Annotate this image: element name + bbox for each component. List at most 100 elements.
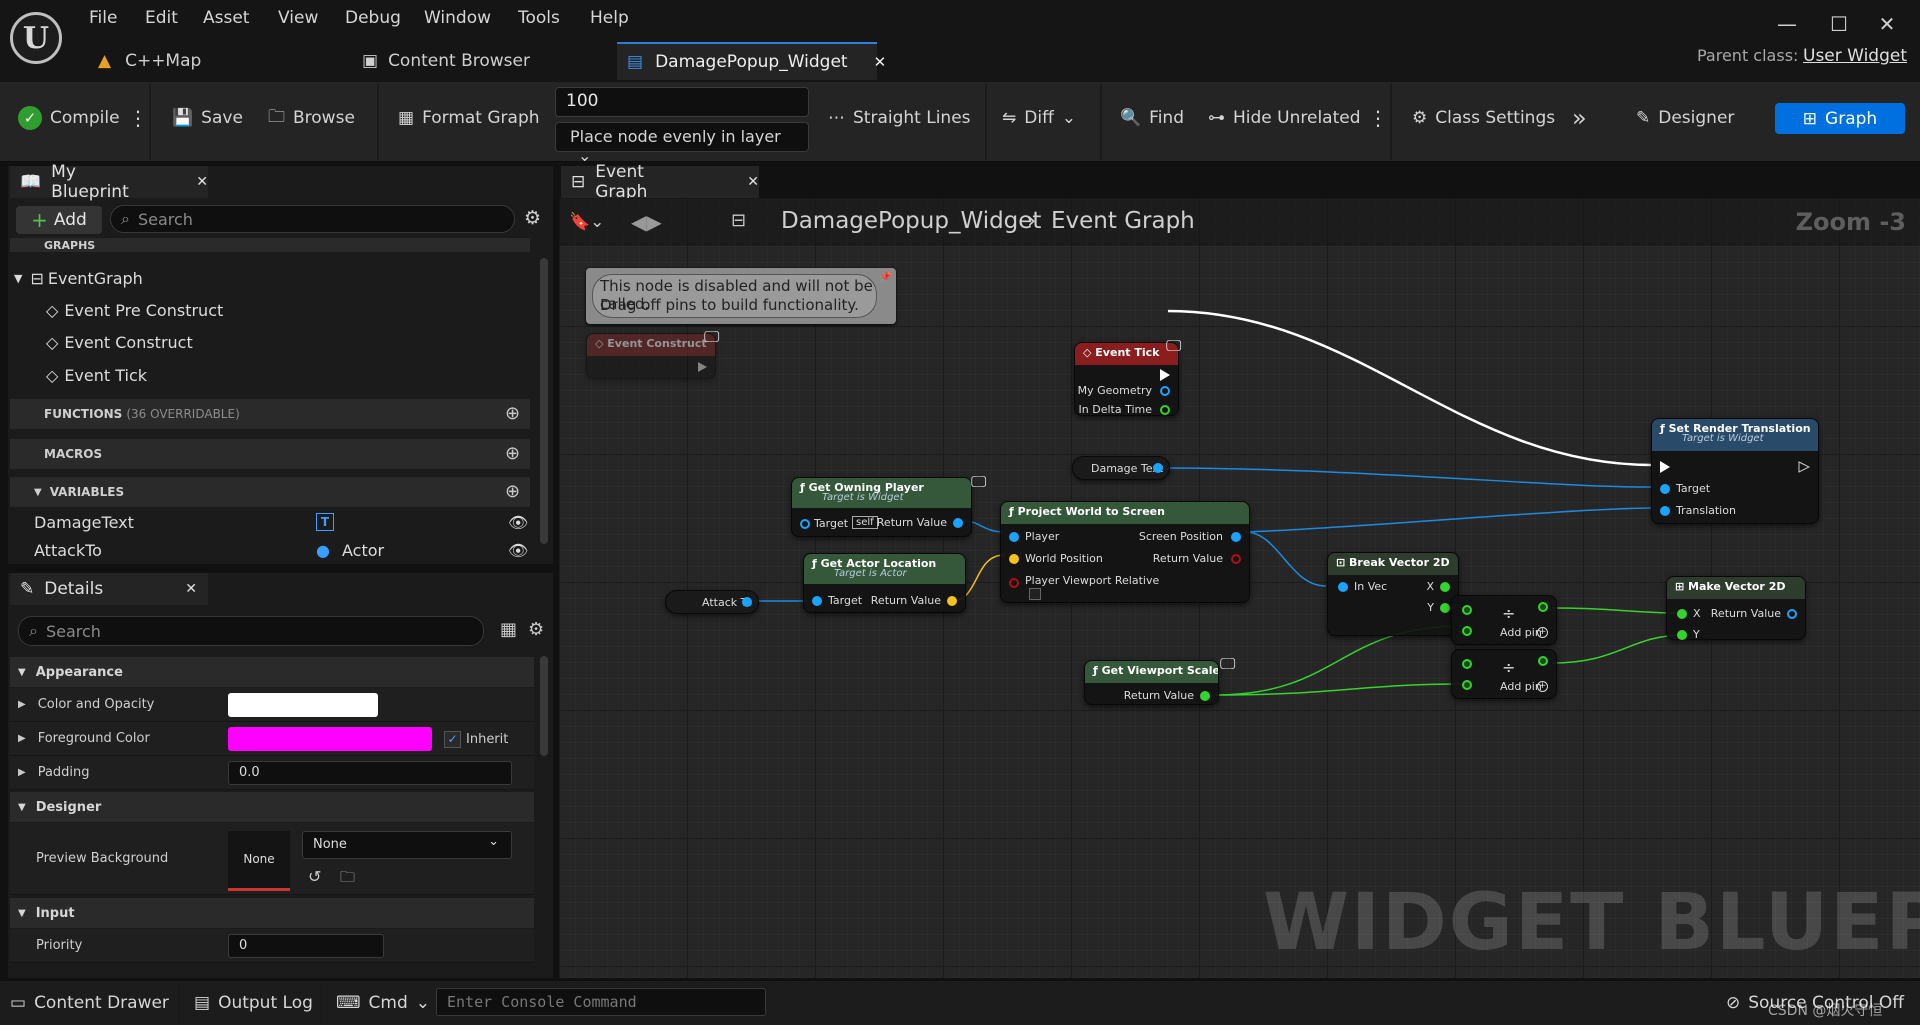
add-macro-icon[interactable]: ⊕ <box>505 443 520 464</box>
menu-asset[interactable]: Asset <box>203 8 249 30</box>
divide-out-pin[interactable] <box>1538 656 1548 666</box>
designer-button[interactable]: ✎ Designer <box>1636 100 1734 136</box>
graph-mode-button[interactable]: ⊞ Graph <box>1775 103 1905 134</box>
return-value-pin[interactable] <box>953 518 963 528</box>
doc-tab-map[interactable]: ▲ C++Map <box>88 42 350 80</box>
graphs-section-header[interactable]: GRAPHS <box>10 238 530 252</box>
pin-icon[interactable]: 📌 <box>880 272 892 283</box>
maximize-button[interactable]: ☐ <box>1824 12 1854 38</box>
expand-arrow-icon[interactable]: ▶ <box>18 733 26 744</box>
set-render-translation-node[interactable]: ƒ Set Render Translation Target is Widge… <box>1651 418 1819 524</box>
add-button[interactable]: + Add <box>16 206 102 234</box>
content-drawer-button[interactable]: ▭ Content Drawer <box>10 988 169 1018</box>
return-value-pin[interactable] <box>1787 609 1797 619</box>
get-viewport-scale-node[interactable]: ƒ Get Viewport Scale Return Value <box>1084 660 1219 705</box>
x-out-pin[interactable] <box>1440 582 1450 592</box>
divide-in-a-pin[interactable] <box>1462 659 1472 669</box>
padding-input[interactable]: 0.0 <box>228 761 512 785</box>
event-construct-item[interactable]: ◇ Event Construct <box>46 326 193 358</box>
diff-button[interactable]: ⇋ Diff ⌄ <box>1002 100 1076 136</box>
layout-mode-select[interactable]: Place node evenly in layer ⌄ <box>555 122 809 165</box>
world-position-pin[interactable] <box>1009 554 1019 564</box>
add-pin-icon[interactable]: + <box>1537 627 1548 638</box>
menu-view[interactable]: View <box>278 8 318 30</box>
expand-arrow-icon[interactable]: ▶ <box>18 767 26 778</box>
reset-arrow-icon[interactable]: ↺ <box>308 867 321 886</box>
screen-position-pin[interactable] <box>1231 532 1241 542</box>
more-options-icon[interactable]: ⋮ <box>1368 100 1388 136</box>
target-in-pin[interactable] <box>812 596 822 606</box>
color-opacity-swatch[interactable] <box>228 693 378 717</box>
my-blueprint-search-input[interactable]: ⌕ Search <box>110 205 515 233</box>
add-pin-label[interactable]: Add pin <box>1500 680 1542 693</box>
browse-button[interactable]: 🗀 Browse <box>268 100 355 136</box>
functions-section-header[interactable]: FUNCTIONS (36 OVERRIDABLE) <box>10 399 530 429</box>
expand-arrow-icon[interactable]: ▶ <box>18 699 26 710</box>
my-geometry-pin[interactable] <box>1160 386 1170 396</box>
browse-folder-icon[interactable]: 🗀 <box>340 867 355 892</box>
foreground-color-swatch[interactable] <box>228 727 432 751</box>
save-button[interactable]: 💾 Save <box>172 100 243 136</box>
make-vector-2d-node[interactable]: ⊞ Make Vector 2D X Y Return Value <box>1666 576 1806 641</box>
parent-class-link[interactable]: User Widget <box>1803 46 1907 66</box>
attack-to-variable-node[interactable]: Attack To <box>665 590 759 614</box>
divide-in-a-pin[interactable] <box>1462 605 1472 615</box>
menu-tools[interactable]: Tools <box>518 8 560 30</box>
details-search-input[interactable]: ⌕ Search <box>18 616 484 646</box>
add-function-icon[interactable]: ⊕ <box>505 403 520 424</box>
return-value-pin[interactable] <box>1200 691 1210 701</box>
gear-icon[interactable]: ⚙ <box>528 619 544 640</box>
visibility-eye-icon[interactable]: 👁 <box>508 513 528 532</box>
menu-edit[interactable]: Edit <box>145 8 178 30</box>
close-window-button[interactable]: ✕ <box>1872 12 1902 38</box>
straight-lines-button[interactable]: ⋯ Straight Lines <box>828 100 971 136</box>
compile-options-icon[interactable]: ⋮ <box>128 100 148 136</box>
divide-node-2[interactable]: ÷ Add pin + <box>1451 649 1557 699</box>
x-in-pin[interactable] <box>1677 609 1687 619</box>
doc-tab-content-browser[interactable]: ▣ Content Browser <box>352 42 614 80</box>
close-icon[interactable]: ✕ <box>185 581 197 597</box>
format-graph-button[interactable]: ▦ Format Graph <box>398 100 540 136</box>
add-pin-icon[interactable]: + <box>1537 681 1548 692</box>
unreal-logo-icon[interactable]: U <box>10 12 62 64</box>
output-log-button[interactable]: ▤ Output Log <box>194 988 313 1018</box>
viewport-relative-checkbox[interactable] <box>1029 588 1041 600</box>
cmd-dropdown[interactable]: ⌨ Cmd ⌄ <box>336 988 430 1018</box>
get-actor-location-node[interactable]: ƒ Get Actor Location Target is Actor Tar… <box>803 553 966 613</box>
close-icon[interactable]: ✕ <box>747 174 759 190</box>
doc-tab-damagepopup[interactable]: ▤ DamagePopup_Widget ✕ <box>617 42 886 80</box>
divide-node-1[interactable]: ÷ Add pin + <box>1451 595 1557 645</box>
translation-in-pin[interactable] <box>1660 506 1670 516</box>
event-graph-canvas[interactable]: 🔖⌄ ◀▶ ⊟ DamagePopup_Widget › Event Graph… <box>559 198 1920 978</box>
close-icon[interactable]: ✕ <box>874 53 887 71</box>
compile-button[interactable]: ✓ Compile <box>18 100 120 136</box>
input-section-header[interactable]: ▼ Input <box>10 898 534 928</box>
my-blueprint-scrollbar[interactable] <box>540 258 548 544</box>
player-in-pin[interactable] <box>1009 532 1019 542</box>
menu-file[interactable]: File <box>89 8 117 30</box>
priority-input[interactable]: 0 <box>228 934 384 958</box>
y-out-pin[interactable] <box>1440 603 1450 613</box>
project-world-to-screen-node[interactable]: ƒ Project World to Screen Player World P… <box>1000 501 1250 603</box>
minimize-button[interactable]: — <box>1772 12 1802 38</box>
event-graph-tab[interactable]: ⊟ Event Graph ✕ <box>561 162 759 202</box>
attack-to-out-pin[interactable] <box>742 597 752 607</box>
exec-out-pin[interactable] <box>698 362 707 372</box>
hide-unrelated-button[interactable]: ⊶ Hide Unrelated <box>1208 100 1361 136</box>
damage-text-out-pin[interactable] <box>1153 463 1163 473</box>
exec-out-pin[interactable] <box>1160 369 1170 381</box>
my-blueprint-tab[interactable]: 📖 My Blueprint ✕ <box>10 162 208 202</box>
preview-background-swatch[interactable]: None <box>228 831 290 891</box>
variable-attack-to[interactable]: AttackTo ● Actor 👁 <box>34 534 534 566</box>
appearance-section-header[interactable]: ▼ Appearance <box>10 657 534 687</box>
preview-background-select[interactable]: None ⌄ <box>302 831 512 859</box>
console-command-input[interactable]: Enter Console Command <box>436 988 766 1016</box>
event-pre-construct-item[interactable]: ◇ Event Pre Construct <box>46 294 223 326</box>
event-construct-node[interactable]: ◇ Event Construct <box>586 333 716 379</box>
event-graph-item[interactable]: ▼ ⊟ EventGraph <box>14 262 143 294</box>
exec-out-pin[interactable] <box>1798 461 1810 473</box>
target-in-pin[interactable] <box>1660 484 1670 494</box>
find-button[interactable]: 🔍 Find <box>1120 100 1184 136</box>
disabled-node-comment[interactable]: This node is disabled and will not be ca… <box>586 268 896 324</box>
expand-toolbar-icon[interactable]: » <box>1572 100 1587 136</box>
